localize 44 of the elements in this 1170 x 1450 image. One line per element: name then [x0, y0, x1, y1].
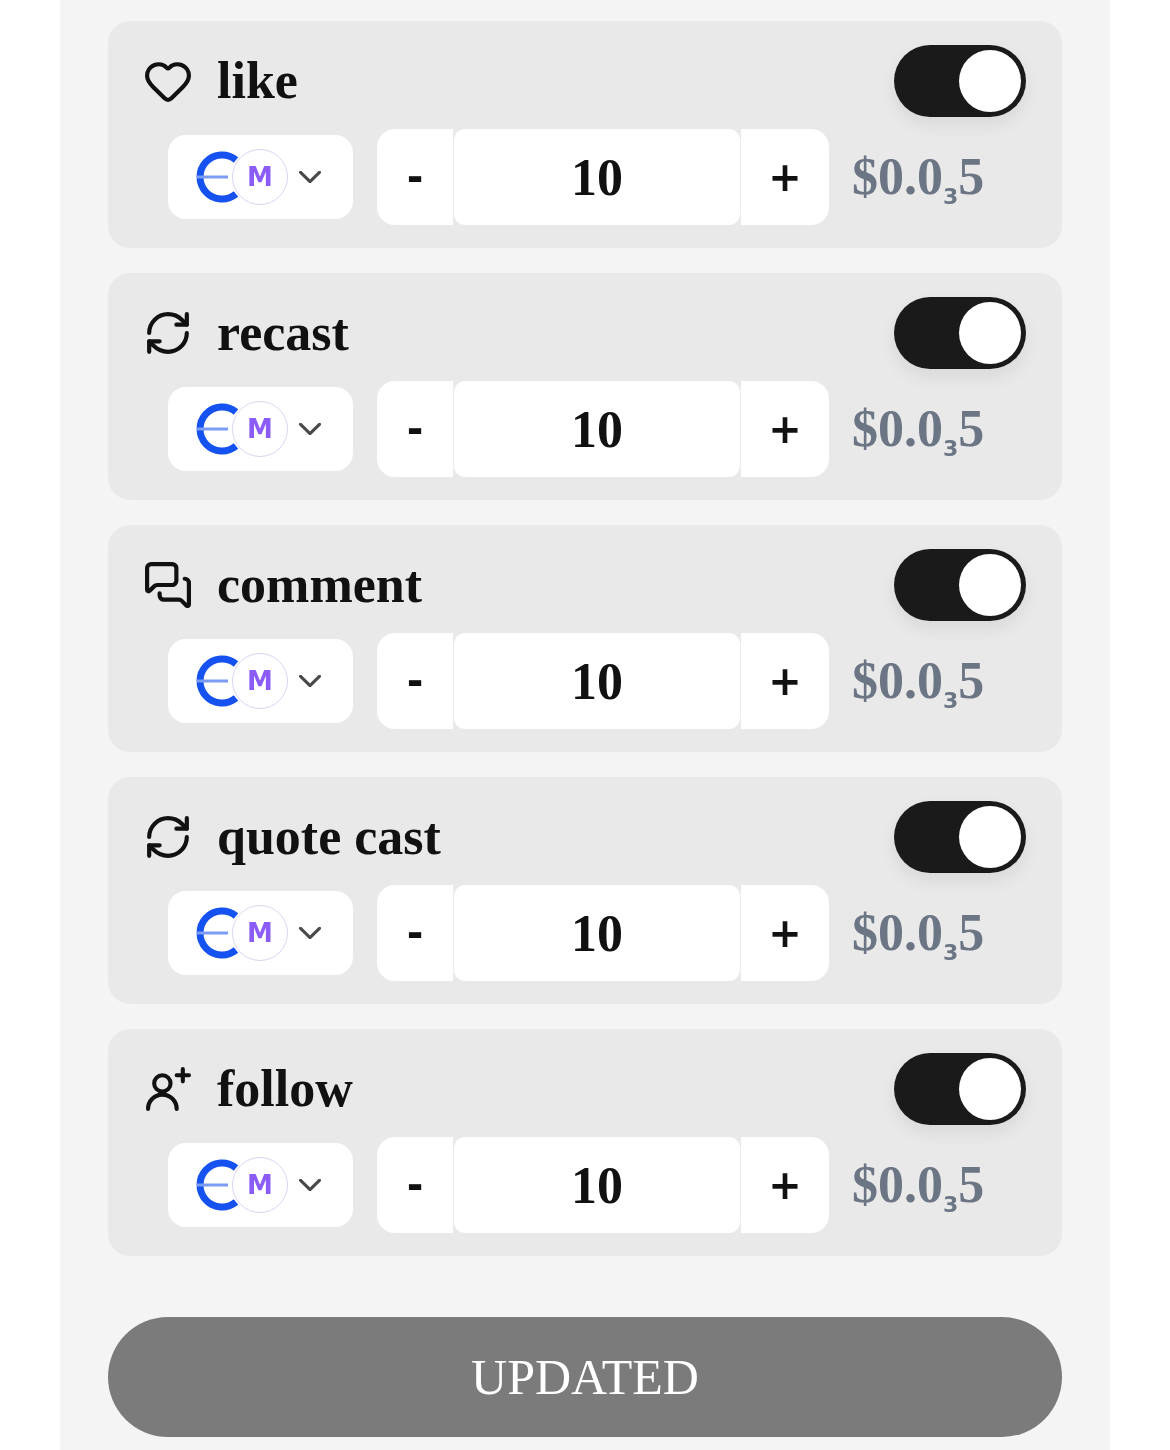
action-label: like: [217, 55, 298, 107]
token-dropdown[interactable]: M: [168, 891, 353, 975]
chat-bubbles-icon: [145, 562, 191, 608]
token-dropdown[interactable]: M: [168, 639, 353, 723]
decrement-button[interactable]: -: [377, 885, 453, 981]
amount-field[interactable]: 10: [453, 381, 741, 477]
price-text: $0.0$_{3}$5: [852, 655, 985, 707]
refresh-icon: [145, 814, 191, 860]
amount-field[interactable]: 10: [453, 633, 741, 729]
price-text: $0.0$_{3}$5: [852, 403, 985, 455]
user-plus-icon: [145, 1067, 191, 1111]
token-symbol: M: [232, 401, 288, 457]
amount-field[interactable]: 10: [453, 129, 741, 225]
increment-button[interactable]: +: [741, 129, 829, 225]
token-symbol: M: [232, 653, 288, 709]
amount-field[interactable]: 10: [453, 885, 741, 981]
chevron-down-icon: [299, 1179, 321, 1191]
token-dropdown[interactable]: M: [168, 1143, 353, 1227]
price-text: $0.0$_{3}$5: [852, 1159, 985, 1211]
amount-field[interactable]: 10: [453, 1137, 741, 1233]
action-label: comment: [217, 559, 423, 611]
token-dropdown[interactable]: M: [168, 135, 353, 219]
decrement-button[interactable]: -: [377, 633, 453, 729]
increment-button[interactable]: +: [741, 885, 829, 981]
decrement-button[interactable]: -: [377, 129, 453, 225]
token-symbol: M: [232, 905, 288, 961]
refresh-icon: [145, 310, 191, 356]
decrement-button[interactable]: -: [377, 1137, 453, 1233]
chevron-down-icon: [299, 675, 321, 687]
token-symbol: M: [232, 149, 288, 205]
decrement-button[interactable]: -: [377, 381, 453, 477]
chevron-down-icon: [299, 927, 321, 939]
price-text: $0.0$_{3}$5: [852, 907, 985, 959]
token-dropdown[interactable]: M: [168, 387, 353, 471]
token-symbol: M: [232, 1157, 288, 1213]
chevron-down-icon: [299, 423, 321, 435]
increment-button[interactable]: +: [741, 633, 829, 729]
chevron-down-icon: [299, 171, 321, 183]
increment-button[interactable]: +: [741, 381, 829, 477]
action-label: follow: [217, 1063, 353, 1115]
price-text: $0.0$_{3}$5: [852, 151, 985, 203]
increment-button[interactable]: +: [741, 1137, 829, 1233]
action-label: quote cast: [217, 811, 441, 863]
action-label: recast: [217, 307, 349, 359]
